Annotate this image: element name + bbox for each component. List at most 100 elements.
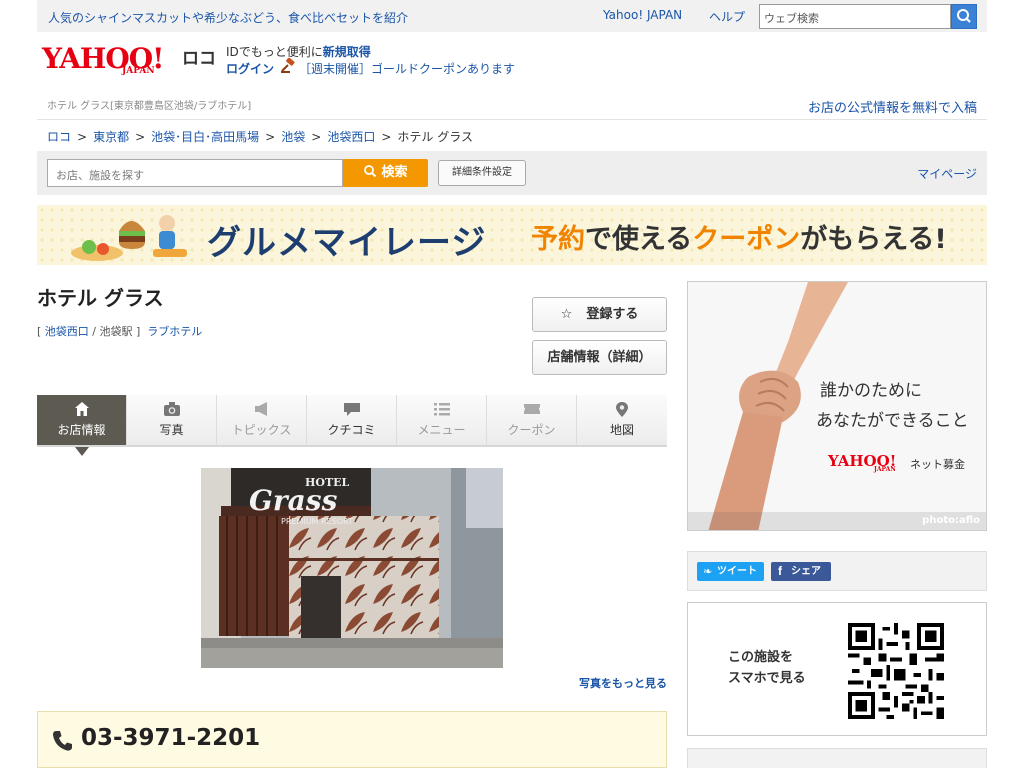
tab-label: クーポン [507,423,556,437]
yahoo-japan-link[interactable]: Yahoo! JAPAN [603,8,682,22]
ad-line-1: 誰かのために [820,381,922,401]
breadcrumb-separator: > [135,130,146,144]
tab-menu[interactable]: メニュー [397,395,487,445]
tab-photos[interactable]: 写真 [127,395,217,445]
active-tab-indicator [75,447,89,456]
phone-icon [53,731,72,751]
hotel-facade-image: HOTEL Grass PREMIUM RESORT [201,468,503,668]
charity-ad[interactable]: 誰かのために あなたができること YAHOO! JAPAN ネット募金 phot… [687,281,987,531]
divider [37,119,987,120]
web-search-input[interactable]: ウェブ検索 [759,4,951,29]
gavel-icon [281,58,295,73]
breadcrumb-current: ホテル グラス [397,130,473,144]
photo-sign-resort: PREMIUM RESORT [281,517,353,526]
breadcrumb-separator: > [311,130,322,144]
more-photos-link[interactable]: 写真をもっと見る [579,675,667,691]
free-listing-link[interactable]: お店の公式情報を無料で入稿 [808,97,977,116]
breadcrumb-separator: > [265,130,276,144]
shop-meta: [ 池袋西口 / 池袋駅 ] ラブホテル [37,325,203,338]
tab-topics[interactable]: トピックス [217,395,307,445]
search-icon [957,9,971,23]
web-search-button[interactable] [951,4,977,29]
page-caption: ホテル グラス[東京都豊島区池袋/ラブホテル] [47,101,252,112]
breadcrumb-separator: > [381,130,392,144]
tab-label: 地図 [609,423,634,437]
breadcrumb-ikebukuro[interactable]: 池袋 [281,130,305,144]
signup-link[interactable]: 新規取得 [323,45,371,59]
breadcrumb-area[interactable]: 池袋･目白･高田馬場 [151,130,259,144]
register-button-label: 登録する [586,307,639,322]
banner-text-end: がもらえる! [800,224,947,255]
search-icon [364,165,377,178]
category-link[interactable]: ラブホテル [147,325,202,338]
register-button[interactable]: ☆ 登録する [532,297,667,332]
qr-code-box: この施設をスマホで見る [687,602,987,736]
banner-reserve: 予約 [531,224,585,255]
banner-coupon: クーポン [692,224,801,255]
gourmet-mileage-banner[interactable]: グルメマイレージ 予約で使えるクーポンがもらえる! [37,205,987,265]
store-icon [37,401,126,419]
tab-label: トピックス [231,423,292,437]
shop-details-button[interactable]: 店舗情報（詳細） [532,340,667,375]
share-bar: ツイート シェア [687,551,987,591]
tab-coupons[interactable]: クーポン [487,395,577,445]
ad-line-2: あなたができること [816,411,969,431]
map-pin-icon [577,401,667,419]
shop-photo[interactable]: HOTEL Grass PREMIUM RESORT [201,468,503,668]
promo-link[interactable]: 人気のシャインマスカットや希少なぶどう、食べ比べセットを紹介 [48,9,408,26]
phone-box: 03-3971-2201 [37,711,667,768]
ad-yahoo-logo-sub: JAPAN [874,466,896,473]
list-icon [397,401,486,419]
tab-label: 写真 [159,423,184,437]
tab-reviews[interactable]: クチコミ [307,395,397,445]
qr-code-icon [848,623,944,719]
breadcrumb-ikebukuro-west[interactable]: 池袋西口 [327,130,375,144]
tweet-button[interactable]: ツイート [697,562,764,581]
breadcrumb-loco[interactable]: ロコ [47,130,71,144]
megaphone-icon [217,401,306,419]
star-icon: ☆ [560,307,573,322]
top-bar: 人気のシャインマスカットや希少なぶどう、食べ比べセットを紹介 Yahoo! JA… [37,0,987,32]
page-title: ホテル グラス [37,286,164,310]
photo-sign-grass: Grass [249,484,338,517]
id-promo-text: IDでもっと便利に [226,45,323,59]
area-link[interactable]: 池袋西口 [45,325,89,338]
gold-coupon-link[interactable]: ［週末開催］ゴールドクーポンあります [299,60,515,77]
breadcrumb-tokyo[interactable]: 東京都 [93,130,129,144]
tab-label: メニュー [417,423,466,437]
phone-number[interactable]: 03-3971-2201 [81,725,260,751]
search-bar: お店、施設を探す 検索 詳細条件設定 マイページ [37,151,987,195]
logo-sub: JAPAN [122,66,155,76]
speech-bubble-icon [307,401,396,419]
photo-credit: photo:aflo [922,515,980,526]
station-name: 池袋駅 [99,325,133,338]
breadcrumb: ロコ > 東京都 > 池袋･目白･高田馬場 > 池袋 > 池袋西口 > ホテル グラス [47,128,473,145]
search-button[interactable]: 検索 [343,159,428,187]
id-promo: IDでもっと便利に新規取得 [226,43,371,60]
yahoo-japan-logo[interactable]: YAHOO! JAPAN [42,42,182,82]
burger-illustration-icon [71,215,187,261]
qr-caption-line-1: この施設を [728,650,794,665]
banner-text: で使える [585,224,693,255]
facebook-share-button[interactable]: シェア [771,562,831,581]
banner-title: グルメマイレージ [207,223,487,263]
tab-label: クチコミ [327,423,376,437]
banner-subtitle: 予約で使えるクーポンがもらえる! [531,217,947,256]
breadcrumb-separator: > [77,130,88,144]
ticket-icon [487,401,576,419]
right-column-box [687,748,987,768]
tab-map[interactable]: 地図 [577,395,667,445]
qr-caption: この施設をスマホで見る [728,647,806,689]
shop-search-input[interactable]: お店、施設を探す [47,159,343,187]
mypage-link[interactable]: マイページ [917,165,977,182]
tab-label: お店情報 [57,423,106,437]
service-name[interactable]: ロコ [182,44,216,69]
ad-service-name: ネット募金 [910,458,965,471]
qr-caption-line-2: スマホで見る [728,671,806,686]
login-link[interactable]: ログイン [226,60,274,77]
detail-conditions-button[interactable]: 詳細条件設定 [438,160,526,186]
help-link[interactable]: ヘルプ [709,8,745,25]
search-button-label: 検索 [381,165,408,180]
camera-icon [127,401,216,419]
tab-shop-info[interactable]: お店情報 [37,395,127,445]
